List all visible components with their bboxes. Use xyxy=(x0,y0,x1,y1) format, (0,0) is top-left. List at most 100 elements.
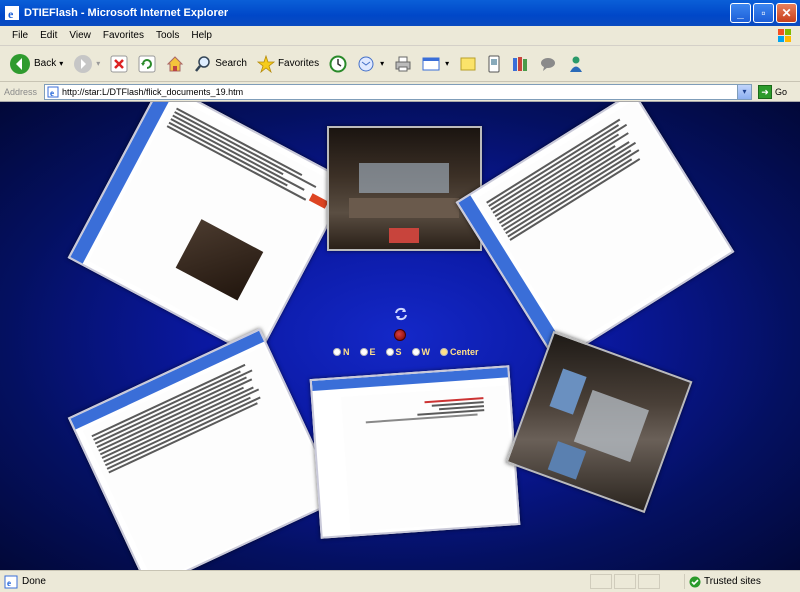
menu-help[interactable]: Help xyxy=(185,30,218,41)
forward-arrow-icon xyxy=(74,54,93,73)
search-button[interactable]: Search xyxy=(191,53,250,75)
menu-edit[interactable]: Edit xyxy=(34,30,63,41)
back-button[interactable]: Back ▾ xyxy=(6,51,66,77)
radio-dot xyxy=(333,348,341,356)
research-button[interactable] xyxy=(484,53,504,75)
north-radio[interactable]: N xyxy=(333,347,350,357)
status-bar: e Done Trusted sites xyxy=(0,570,800,592)
refresh-icon xyxy=(138,55,156,72)
close-button[interactable]: ✕ xyxy=(776,3,797,23)
go-arrow-icon: ➜ xyxy=(758,84,772,99)
back-arrow-icon xyxy=(10,53,30,74)
back-dropdown-icon[interactable]: ▾ xyxy=(59,59,63,68)
messenger-icon xyxy=(541,57,556,71)
address-bar: Address e http://star:L/DTFlash/flick_do… xyxy=(0,82,800,102)
status-cell xyxy=(638,574,660,589)
search-icon xyxy=(195,55,211,72)
security-zone[interactable]: Trusted sites xyxy=(684,574,794,589)
discuss-button[interactable] xyxy=(456,53,480,75)
west-radio[interactable]: W xyxy=(411,347,431,357)
zone-label: Trusted sites xyxy=(704,576,761,587)
stop-icon xyxy=(110,55,128,72)
rotate-icon[interactable] xyxy=(393,306,409,322)
mail-dropdown-icon[interactable]: ▾ xyxy=(380,59,384,68)
search-label: Search xyxy=(215,58,247,69)
radio-dot xyxy=(411,348,420,356)
refresh-button[interactable] xyxy=(135,53,159,75)
status-cell xyxy=(614,574,636,589)
address-url: http://star:L/DTFlash/flick_documents_19… xyxy=(62,86,244,97)
window-title: DTIEFlash - Microsoft Internet Explorer xyxy=(24,7,229,19)
mail-button[interactable]: ▾ xyxy=(354,53,387,75)
east-radio[interactable]: E xyxy=(359,347,376,357)
document-page xyxy=(476,102,728,347)
radio-dot xyxy=(359,348,368,356)
page-done-icon: e xyxy=(4,575,18,588)
maximize-button[interactable]: ▫ xyxy=(753,3,774,23)
edit-dropdown-icon[interactable]: ▾ xyxy=(445,59,449,68)
svg-text:e: e xyxy=(8,7,14,21)
history-button[interactable] xyxy=(326,53,350,75)
svg-text:e: e xyxy=(50,88,54,98)
trusted-check-icon xyxy=(689,576,701,587)
document-page xyxy=(340,385,516,532)
address-input[interactable]: e http://star:L/DTFlash/flick_documents_… xyxy=(44,83,752,100)
radio-dot xyxy=(440,348,449,356)
back-label: Back xyxy=(34,58,57,69)
center-label: Center xyxy=(450,347,479,357)
go-button[interactable]: ➜ Go xyxy=(758,84,788,99)
edit-page-icon xyxy=(422,57,440,70)
go-label: Go xyxy=(775,86,788,97)
edit-button[interactable]: ▾ xyxy=(419,53,452,75)
menu-view[interactable]: View xyxy=(63,30,97,41)
north-label: N xyxy=(343,347,350,357)
document-thumbnail-top-right[interactable] xyxy=(455,102,735,364)
east-label: E xyxy=(369,347,376,357)
document-thumbnail-top-left[interactable] xyxy=(67,102,352,359)
title-bar: e DTIEFlash - Microsoft Internet Explore… xyxy=(0,0,800,26)
people-button[interactable] xyxy=(564,53,588,75)
home-icon xyxy=(167,55,184,71)
ie-icon: e xyxy=(5,6,19,21)
notes-icon xyxy=(460,57,476,70)
document-thumbnail-bottom[interactable] xyxy=(309,365,521,539)
windows-logo-icon xyxy=(778,29,791,42)
document-thumbnail-bottom-left[interactable] xyxy=(67,328,341,570)
history-icon xyxy=(329,55,347,72)
print-button[interactable] xyxy=(391,53,415,75)
menu-bar: File Edit View Favorites Tools Help xyxy=(0,26,800,46)
toolbar: Back ▾ ▾ Search Favorites ▾ ▾ xyxy=(0,46,800,82)
favorites-button[interactable]: Favorites xyxy=(254,53,322,75)
minimize-button[interactable]: _ xyxy=(730,3,751,23)
south-radio[interactable]: S xyxy=(385,347,402,357)
home-button[interactable] xyxy=(163,53,187,75)
stop-button[interactable] xyxy=(107,53,131,75)
media-button[interactable] xyxy=(508,53,532,75)
photo-thumbnail-top[interactable] xyxy=(327,126,482,251)
center-handle[interactable] xyxy=(394,329,406,341)
address-dropdown-icon[interactable]: ▾ xyxy=(737,84,751,99)
messenger-button[interactable] xyxy=(536,53,560,75)
document-page xyxy=(82,346,335,570)
document-page xyxy=(88,102,344,351)
flash-content-area[interactable]: N E S W Center xyxy=(0,102,800,570)
direction-controls: N E S W Center xyxy=(333,347,479,357)
west-label: W xyxy=(421,347,431,357)
radio-dot xyxy=(385,348,394,356)
forward-dropdown-icon[interactable]: ▾ xyxy=(96,59,100,68)
menu-file[interactable]: File xyxy=(6,30,34,41)
status-cell xyxy=(590,574,612,589)
device-icon xyxy=(488,55,500,72)
address-label: Address xyxy=(4,86,38,97)
forward-button[interactable]: ▾ xyxy=(70,52,103,76)
document-photo xyxy=(175,219,264,301)
mail-icon xyxy=(358,56,374,71)
center-radio[interactable]: Center xyxy=(440,347,479,357)
people-icon xyxy=(570,56,583,72)
favorites-label: Favorites xyxy=(277,58,320,69)
menu-tools[interactable]: Tools xyxy=(150,30,185,41)
menu-favorites[interactable]: Favorites xyxy=(97,30,150,41)
books-icon xyxy=(513,56,528,71)
print-icon xyxy=(395,56,411,71)
photo-thumbnail-bottom-right[interactable] xyxy=(505,330,693,514)
